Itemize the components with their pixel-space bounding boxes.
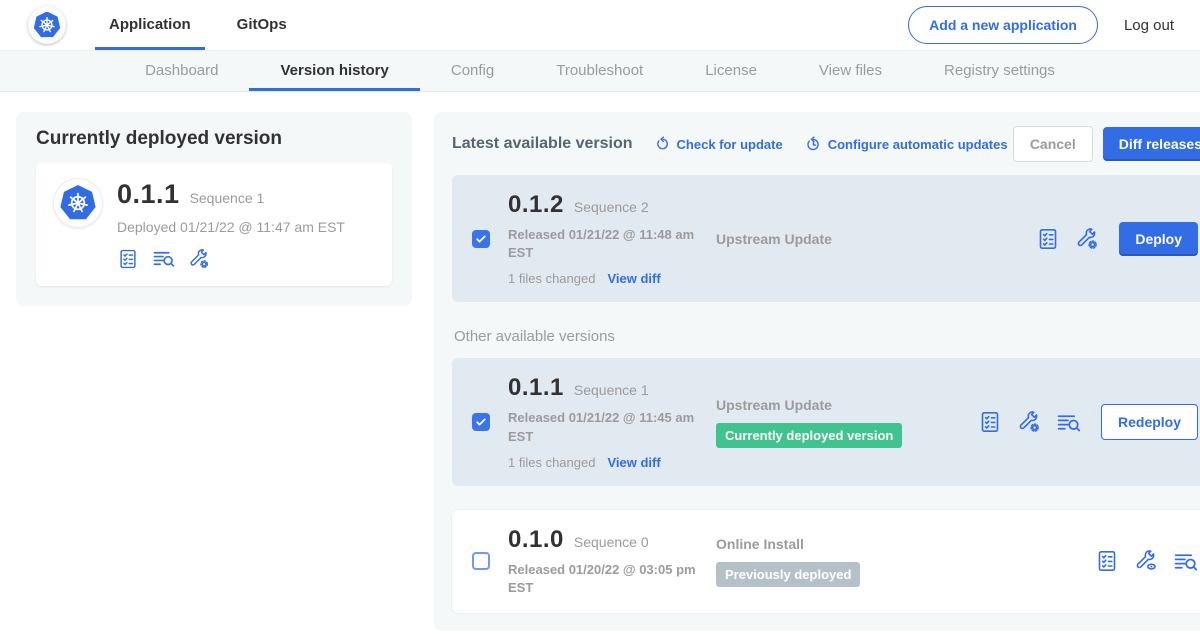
kubernetes-logo-icon: [34, 12, 61, 39]
deployed-version-info: 0.1.1 Sequence 1 Deployed 01/21/22 @ 11:…: [117, 179, 345, 270]
cancel-button[interactable]: Cancel: [1013, 126, 1093, 162]
top-nav-right: Add a new application Log out: [908, 6, 1174, 44]
app-logo[interactable]: [28, 6, 66, 44]
source-label: Upstream Update: [716, 397, 978, 413]
previously-deployed-badge: Previously deployed: [716, 562, 860, 587]
tab-gitops[interactable]: GitOps: [223, 0, 301, 50]
deployed-version-number: 0.1.1: [117, 179, 180, 210]
version-select-checkbox[interactable]: [472, 413, 490, 431]
view-diff-link[interactable]: View diff: [607, 455, 660, 470]
version-number: 0.1.2: [508, 191, 564, 219]
tab-license[interactable]: License: [674, 51, 788, 91]
primary-tabs: Application GitOps: [86, 0, 310, 50]
sequence-label: Sequence 0: [574, 534, 649, 550]
app-sub-nav: Dashboard Version history Config Trouble…: [0, 50, 1200, 92]
released-timestamp: Released 01/21/22 @ 11:45 am EST: [508, 409, 698, 445]
files-changed-label: 1 files changed: [508, 271, 595, 286]
add-new-application-button[interactable]: Add a new application: [908, 6, 1098, 44]
version-source: Online Install Previously deployed: [716, 536, 978, 587]
latest-available-title: Latest available version: [452, 135, 633, 153]
configure-automatic-updates-label: Configure automatic updates: [828, 137, 1008, 152]
view-logs-icon[interactable]: [1173, 549, 1198, 574]
source-label: Online Install: [716, 536, 978, 552]
deployed-sequence-label: Sequence 1: [190, 190, 265, 206]
check-for-update-label: Check for update: [677, 137, 783, 152]
currently-deployed-card: Currently deployed version 0.1.1 Sequenc…: [16, 112, 412, 306]
diff-releases-button[interactable]: Diff releases: [1103, 127, 1200, 161]
other-available-versions-title: Other available versions: [454, 328, 1200, 345]
checkmark-icon: [474, 232, 488, 246]
tab-config[interactable]: Config: [420, 51, 525, 91]
tab-application[interactable]: Application: [95, 0, 205, 50]
app-icon-badge: [54, 179, 102, 227]
view-diff-link[interactable]: View diff: [607, 271, 660, 286]
currently-deployed-badge: Currently deployed version: [716, 423, 902, 448]
version-history-page: Currently deployed version 0.1.1 Sequenc…: [0, 92, 1200, 631]
sequence-label: Sequence 2: [574, 199, 649, 215]
released-timestamp: Released 01/20/22 @ 03:05 pm EST: [508, 561, 698, 597]
version-select-checkbox[interactable]: [472, 230, 490, 248]
version-info: 0.1.0 Sequence 0 Released 01/20/22 @ 03:…: [508, 526, 706, 597]
refresh-circle-arrow-icon: [655, 136, 671, 152]
view-logs-icon[interactable]: [1056, 410, 1081, 435]
view-logs-icon[interactable]: [152, 247, 175, 270]
available-versions-header: Latest available version Check for updat…: [452, 126, 1200, 162]
preflight-checklist-icon[interactable]: [1036, 227, 1060, 251]
version-source: Upstream Update Currently deployed versi…: [716, 397, 978, 448]
config-wrench-gear-icon[interactable]: [1075, 227, 1099, 251]
version-actions: Deploy: [1036, 222, 1198, 256]
preflight-checklist-icon[interactable]: [117, 248, 139, 270]
version-actions: Redeploy: [978, 404, 1198, 440]
available-versions-panel: Latest available version Check for updat…: [434, 112, 1200, 631]
tab-registry-settings[interactable]: Registry settings: [913, 51, 1086, 91]
tab-version-history[interactable]: Version history: [249, 51, 419, 91]
scheduled-update-clock-icon: [805, 136, 822, 153]
config-wrench-gear-icon[interactable]: [1017, 410, 1041, 434]
top-nav: Application GitOps Add a new application…: [0, 0, 1200, 50]
files-changed-label: 1 files changed: [508, 455, 595, 470]
version-select-checkbox[interactable]: [472, 552, 490, 570]
kubernetes-app-icon: [60, 185, 96, 221]
checkmark-icon: [474, 415, 488, 429]
preflight-checklist-icon[interactable]: [1095, 549, 1119, 573]
version-row: 0.1.2 Sequence 2 Released 01/21/22 @ 11:…: [452, 175, 1200, 302]
version-number: 0.1.0: [508, 526, 564, 554]
config-wrench-gear-icon[interactable]: [188, 248, 210, 270]
deployed-version-card: 0.1.1 Sequence 1 Deployed 01/21/22 @ 11:…: [36, 163, 392, 286]
sequence-label: Sequence 1: [574, 382, 649, 398]
currently-deployed-title: Currently deployed version: [36, 128, 392, 150]
tab-view-files[interactable]: View files: [788, 51, 913, 91]
check-for-update-link[interactable]: Check for update: [655, 136, 783, 152]
version-row: 0.1.0 Sequence 0 Released 01/20/22 @ 03:…: [452, 510, 1200, 613]
version-actions: [1095, 549, 1198, 574]
config-wrench-eye-icon[interactable]: [1134, 549, 1158, 573]
version-info: 0.1.2 Sequence 2 Released 01/21/22 @ 11:…: [508, 191, 706, 286]
version-info: 0.1.1 Sequence 1 Released 01/21/22 @ 11:…: [508, 374, 706, 469]
preflight-checklist-icon[interactable]: [978, 410, 1002, 434]
configure-automatic-updates-link[interactable]: Configure automatic updates: [805, 136, 1008, 153]
tab-troubleshoot[interactable]: Troubleshoot: [525, 51, 674, 91]
redeploy-button[interactable]: Redeploy: [1101, 404, 1198, 440]
source-label: Upstream Update: [716, 231, 978, 247]
logout-button[interactable]: Log out: [1124, 17, 1174, 34]
released-timestamp: Released 01/21/22 @ 11:48 am EST: [508, 226, 698, 262]
version-row: 0.1.1 Sequence 1 Released 01/21/22 @ 11:…: [452, 358, 1200, 485]
version-source: Upstream Update: [716, 231, 978, 247]
version-number: 0.1.1: [508, 374, 564, 402]
tab-dashboard[interactable]: Dashboard: [114, 51, 249, 91]
deploy-button[interactable]: Deploy: [1119, 222, 1198, 256]
deployed-timestamp: Deployed 01/21/22 @ 11:47 am EST: [117, 219, 345, 235]
